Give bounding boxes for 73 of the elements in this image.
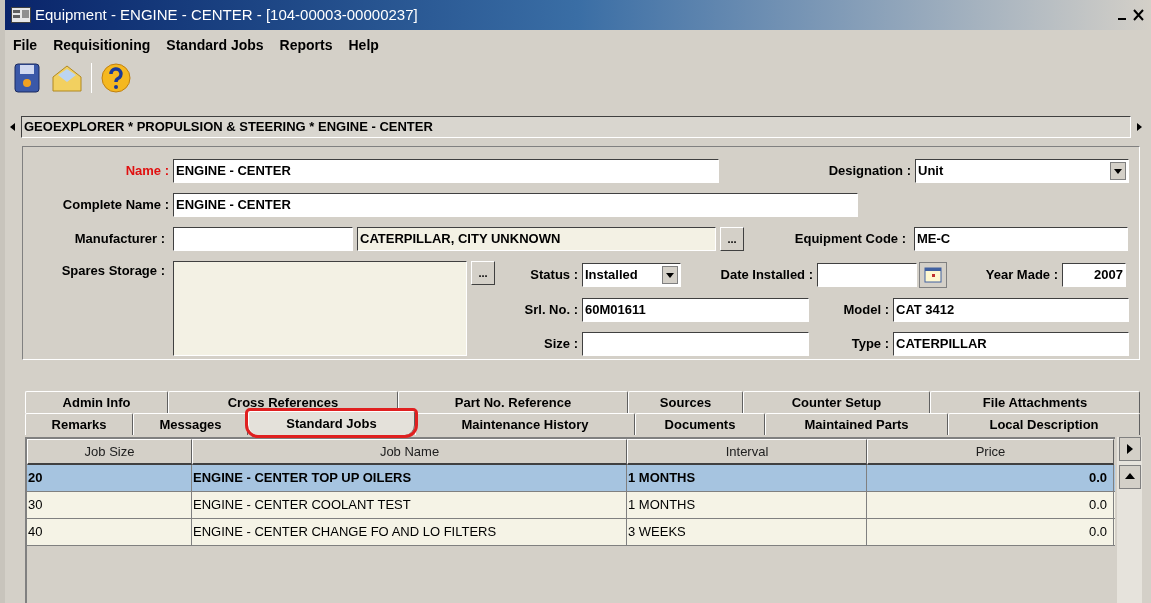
table-row[interactable]: 40 ENGINE - CENTER CHANGE FO AND LO FILTERS 3 WEEKS 0.0 xyxy=(27,519,1115,546)
spares-storage-label: Spares Storage : xyxy=(60,262,166,280)
tab[interactable]: Local Description xyxy=(948,413,1140,435)
tab[interactable]: Maintenance History xyxy=(415,413,635,435)
date-installed-field[interactable] xyxy=(817,263,917,287)
table-cell: ENGINE - CENTER CHANGE FO AND LO FILTERS xyxy=(192,519,627,545)
tab[interactable]: Maintained Parts xyxy=(765,413,948,435)
table-cell: 0.0 xyxy=(867,519,1114,545)
spares-storage-field[interactable] xyxy=(173,261,467,356)
status-dropdown[interactable]: Installed xyxy=(582,263,681,287)
calendar-icon[interactable] xyxy=(919,262,947,288)
scroll-left-icon[interactable] xyxy=(9,122,17,132)
model-field[interactable]: CAT 3412 xyxy=(893,298,1129,322)
scroll-right-icon[interactable] xyxy=(1118,437,1141,461)
tab[interactable]: Sources xyxy=(628,391,743,413)
model-label: Model : xyxy=(842,301,890,320)
save-icon[interactable] xyxy=(13,62,43,94)
tab[interactable]: Documents xyxy=(635,413,765,435)
table-cell: 40 xyxy=(27,519,192,545)
type-field[interactable]: CATERPILLAR xyxy=(893,332,1129,356)
equipment-code-field[interactable]: ME-C xyxy=(914,227,1128,251)
year-made-field[interactable]: 2007 xyxy=(1062,263,1126,287)
tab[interactable]: Standard Jobs xyxy=(248,411,415,435)
table-cell: ENGINE - CENTER TOP UP OILERS xyxy=(192,465,627,491)
manufacturer-code-field[interactable] xyxy=(173,227,353,251)
name-label: Name : xyxy=(124,162,170,181)
table-cell: 0.0 xyxy=(867,492,1114,518)
table-cell: 1 MONTHS xyxy=(627,465,867,491)
tab[interactable]: Remarks xyxy=(25,413,133,435)
designation-label: Designation : xyxy=(827,162,912,181)
tab[interactable]: Part No. Reference xyxy=(398,391,628,413)
menu-item[interactable]: Reports xyxy=(279,34,333,56)
designation-dropdown[interactable]: Unit xyxy=(915,159,1129,183)
date-installed-label: Date Installed : xyxy=(719,266,814,285)
name-field[interactable]: ENGINE - CENTER xyxy=(173,159,719,183)
menu-item[interactable]: Requisitioning xyxy=(53,34,151,56)
manufacturer-name-field[interactable]: CATERPILLAR, CITY UNKNOWN xyxy=(357,227,716,251)
manufacturer-label: Manufacturer : xyxy=(73,230,166,249)
table-cell: 30 xyxy=(27,492,192,518)
table-cell: ENGINE - CENTER COOLANT TEST xyxy=(192,492,627,518)
serial-number-field[interactable]: 60M01611 xyxy=(582,298,809,322)
menu-item[interactable]: File xyxy=(13,34,38,56)
menu-item[interactable]: Standard Jobs xyxy=(166,34,264,56)
vertical-scrollbar[interactable] xyxy=(1117,437,1142,603)
table-row[interactable]: 20 ENGINE - CENTER TOP UP OILERS 1 MONTHS 0.0 xyxy=(27,465,1115,492)
table-cell: 20 xyxy=(27,465,192,491)
equipment-code-label: Equipment Code : xyxy=(793,230,907,249)
table-cell: 1 MONTHS xyxy=(627,492,867,518)
breadcrumb-bar: GEOEXPLORER * PROPULSION & STEERING * ENGINE - CENTER xyxy=(21,116,1131,138)
tab[interactable]: File Attachments xyxy=(930,391,1140,413)
window-title: Equipment - ENGINE - CENTER - [104-00003-00000237] xyxy=(35,4,418,25)
tab[interactable]: Counter Setup xyxy=(743,391,930,413)
table-cell: 0.0 xyxy=(867,465,1114,491)
status-label: Status : xyxy=(529,266,579,285)
tab[interactable]: Messages xyxy=(133,413,248,435)
window-icon xyxy=(11,7,31,23)
browse-button[interactable]: ... xyxy=(720,227,744,251)
scroll-right-icon[interactable] xyxy=(1135,122,1143,132)
scroll-up-icon[interactable] xyxy=(1118,465,1141,489)
tab[interactable]: Admin Info xyxy=(25,391,168,413)
menu-item[interactable]: Help xyxy=(348,34,379,56)
table-cell: 3 WEEKS xyxy=(627,519,867,545)
year-made-label: Year Made : xyxy=(984,266,1059,285)
browse-button[interactable]: ... xyxy=(471,261,495,285)
size-label: Size : xyxy=(543,335,579,354)
complete-name-label: Complete Name : xyxy=(61,196,170,215)
close-icon[interactable] xyxy=(1133,8,1145,22)
size-field[interactable] xyxy=(582,332,809,356)
complete-name-field[interactable]: ENGINE - CENTER xyxy=(173,193,858,217)
table-row[interactable]: 30 ENGINE - CENTER COOLANT TEST 1 MONTHS 0.0 xyxy=(27,492,1115,519)
help-icon[interactable] xyxy=(100,62,132,94)
srl-no-label: Srl. No. : xyxy=(523,301,579,320)
type-label: Type : xyxy=(850,335,890,354)
